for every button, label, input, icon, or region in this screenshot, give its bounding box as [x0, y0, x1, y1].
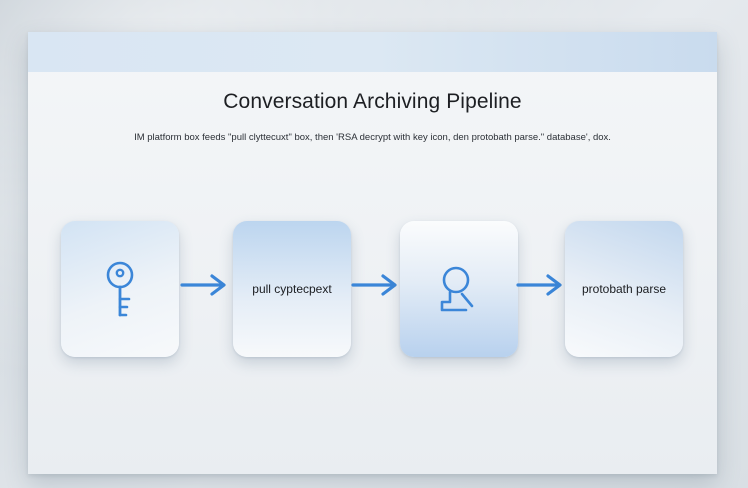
diagram-slide: Conversation Archiving Pipeline IM platf… — [28, 32, 717, 474]
node-person[interactable] — [400, 221, 518, 357]
flow-arrow-3 — [516, 274, 562, 296]
node-pull[interactable]: pull cyptecpext — [233, 221, 351, 357]
person-icon — [436, 264, 482, 314]
flow-arrow-2 — [351, 274, 397, 296]
node-key[interactable] — [61, 221, 179, 357]
key-icon — [102, 259, 138, 319]
flow-arrow-1 — [180, 274, 226, 296]
node-parse-label: protobath parse — [581, 282, 667, 296]
diagram-subtitle: IM platform box feeds "pull clyttecuxt" … — [134, 132, 611, 143]
node-parse[interactable]: protobath parse — [565, 221, 683, 357]
slide-header-bar — [28, 32, 717, 72]
diagram-title: Conversation Archiving Pipeline — [223, 90, 522, 113]
node-pull-label: pull cyptecpext — [252, 282, 332, 296]
